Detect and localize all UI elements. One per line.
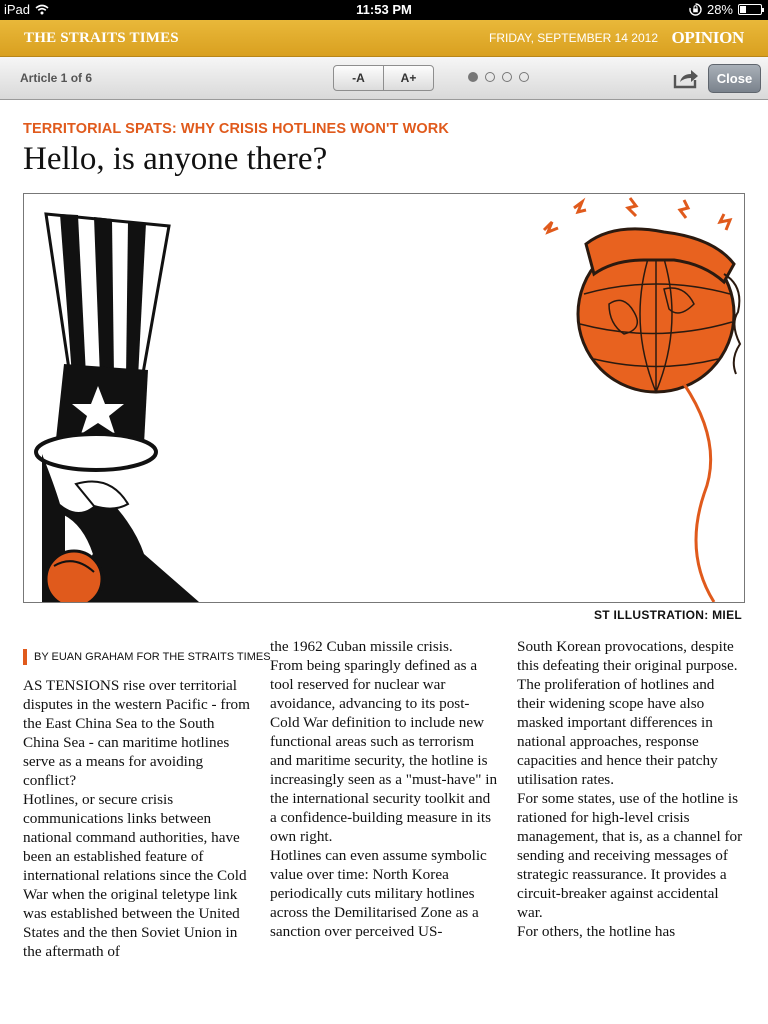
column-1-text: AS TENSIONS rise over territorial disput… [23,677,250,960]
section-name: OPINION [671,28,744,47]
page-dot-3[interactable] [502,72,512,82]
page-dot-2[interactable] [485,72,495,82]
article-column-3: South Korean provocations, despite this … [517,637,745,941]
article-illustration [23,193,745,603]
status-bar: iPad 11:53 PM 28% [0,0,768,20]
article-column-1: AS TENSIONS rise over territorial disput… [23,676,251,961]
status-time: 11:53 PM [356,2,412,17]
article-column-2: the 1962 Cuban missile crisis. From bein… [270,637,498,941]
font-decrease-button[interactable]: -A [334,66,383,90]
page-indicator[interactable] [468,72,529,82]
article-counter: Article 1 of 6 [20,71,93,85]
illustration-credit: ST ILLUSTRATION: MIEL [593,608,742,622]
article-headline: Hello, is anyone there? [23,141,328,177]
column-2-text: the 1962 Cuban missile crisis. From bein… [270,638,498,940]
status-right: 28% [689,2,764,17]
brand-logo: THE STRAITS TIMES [24,30,179,46]
close-button[interactable]: Close [708,64,761,93]
article-byline: BY EUAN GRAHAM FOR THE STRAITS TIMES [23,649,271,665]
rotation-lock-icon [689,3,702,16]
article-toolbar: Article 1 of 6 -A A+ Close [0,57,768,100]
hotline-globe-figure [542,197,742,602]
font-increase-button[interactable]: A+ [383,66,433,90]
share-icon[interactable] [673,67,699,89]
column-3-text: South Korean provocations, despite this … [517,638,743,940]
issue-date: FRIDAY, SEPTEMBER 14 2012 [489,31,658,45]
article-kicker: TERRITORIAL SPATS: WHY CRISIS HOTLINES W… [23,121,449,137]
page-dot-4[interactable] [519,72,529,82]
masthead: THE STRAITS TIMES FRIDAY, SEPTEMBER 14 2… [0,20,768,57]
battery-icon [738,4,764,15]
uncle-sam-and-hotline-globe-illustration [34,197,742,602]
battery-level [740,6,746,13]
battery-percent: 28% [706,2,733,17]
page-dot-1[interactable] [468,72,478,82]
uncle-sam-figure [34,212,199,602]
font-size-control: -A A+ [333,65,434,91]
